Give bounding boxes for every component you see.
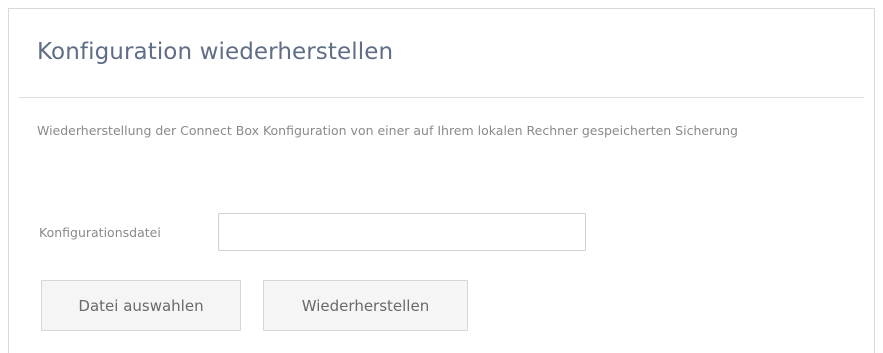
panel-title: Konfiguration wiederherstellen bbox=[37, 39, 394, 65]
restore-button[interactable]: Wiederherstellen bbox=[263, 280, 468, 331]
select-file-button[interactable]: Datei auswahlen bbox=[41, 280, 241, 331]
configuration-file-label: Konfigurationsdatei bbox=[39, 225, 161, 240]
restore-configuration-panel: Konfiguration wiederherstellen Wiederher… bbox=[8, 8, 875, 353]
title-divider bbox=[19, 97, 864, 98]
panel-description: Wiederherstellung der Connect Box Konfig… bbox=[37, 123, 738, 138]
configuration-file-field[interactable] bbox=[218, 213, 586, 251]
